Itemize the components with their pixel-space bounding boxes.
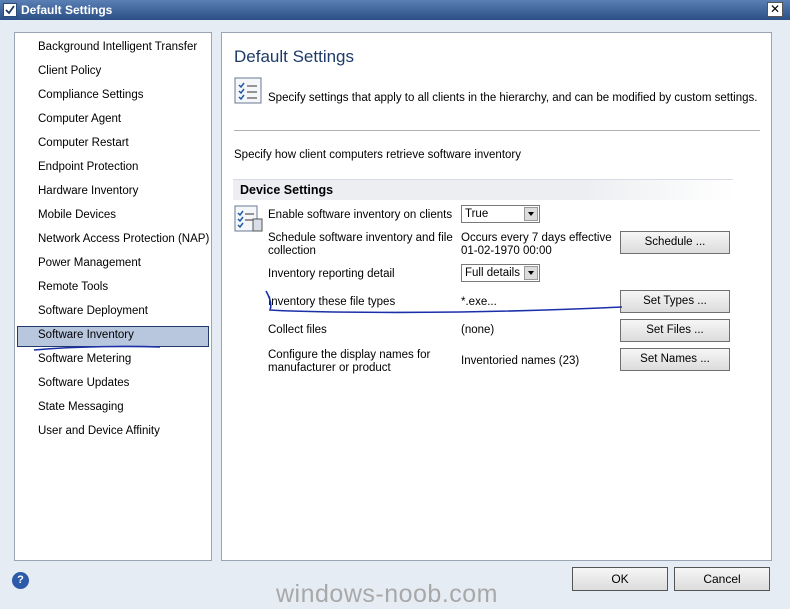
cancel-button[interactable]: Cancel	[674, 567, 770, 591]
annotation-ink	[33, 290, 623, 351]
ok-button[interactable]: OK	[572, 567, 668, 591]
help-icon[interactable]: ?	[12, 572, 29, 589]
underline-software-inventory	[33, 345, 161, 351]
watermark: windows-noob.com	[276, 580, 498, 608]
underline-file-types	[265, 290, 623, 314]
